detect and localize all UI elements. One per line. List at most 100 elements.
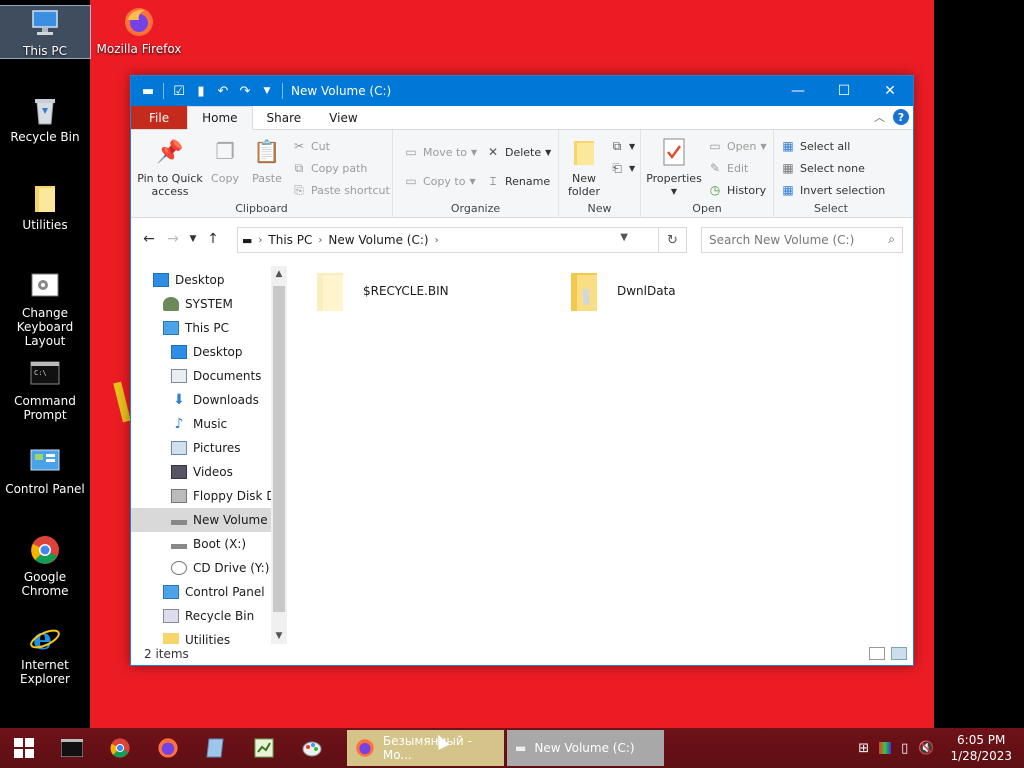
properties-quick-icon[interactable]: ☑ [170,82,188,100]
recycle-bin-icon [163,609,179,623]
breadcrumb-new-volume[interactable]: New Volume (C:) [328,233,428,247]
forward-arrow-icon[interactable]: → [161,231,185,247]
minimize-button[interactable]: — [775,76,821,106]
tree-item-system[interactable]: SYSTEM [131,292,271,316]
color-app-icon[interactable] [879,742,892,754]
tree-item-desktop[interactable]: Desktop [131,340,271,364]
copy-path-button[interactable]: ⧉ Copy path [291,158,368,178]
tree-item-pictures[interactable]: Pictures [131,436,271,460]
tree-item-recycle-bin[interactable]: Recycle Bin [131,604,271,628]
group-label-organize: Organize [450,202,501,215]
scroll-down-icon[interactable]: ▼ [271,628,287,644]
open-button[interactable]: ▭ Open ▼ [707,136,766,156]
tree-item-this-pc[interactable]: This PC [131,316,271,340]
file-item-recycle-bin[interactable]: $RECYCLE.BIN [315,266,449,316]
scrollbar-thumb[interactable] [273,286,285,612]
notebook-taskbar-icon[interactable] [192,728,240,768]
spreadsheet-taskbar-icon[interactable] [240,728,288,768]
select-all-button[interactable]: ▦ Select all [780,136,850,156]
maximize-button[interactable]: ☐ [821,76,867,106]
tree-item-floppy[interactable]: Floppy Disk Dri [131,484,271,508]
tree-item-downloads[interactable]: ⬇ Downloads [131,388,271,412]
file-explorer-window: ▬ ☑ ▮ ↶ ↷ ▼ New Volume (C:) — ☐ ✕ File H… [130,75,914,666]
recent-locations-chevron-icon[interactable]: ▼ [185,234,201,244]
address-bar[interactable]: ▬ › This PC › New Volume (C:) › ▼ [237,227,659,253]
tree-item-music[interactable]: ♪ Music [131,412,271,436]
taskbar-task-explorer[interactable]: ▬ New Volume (C:) [507,730,664,766]
new-folder-button[interactable]: New folder [563,136,605,198]
up-arrow-icon[interactable]: ↑ [201,231,225,247]
paint-taskbar-icon[interactable] [288,728,336,768]
easy-access-button[interactable]: ⎗ ▼ [609,158,635,178]
tab-home[interactable]: Home [187,106,253,130]
back-arrow-icon[interactable]: ← [137,231,161,247]
desktop-icon-google-chrome[interactable]: Google Chrome [0,534,90,598]
tree-item-utilities[interactable]: Utilities [131,628,271,644]
tree-item-documents[interactable]: Documents [131,364,271,388]
customize-qat-icon[interactable]: ▼ [258,82,276,100]
nav-pane-scrollbar[interactable]: ▲ ▼ [271,266,287,644]
search-input[interactable]: Search New Volume (C:) ⌕ [701,227,903,253]
clock[interactable]: 6:05 PM 1/28/2023 [950,732,1012,764]
desktop-icon-recycle-bin[interactable]: Recycle Bin [0,94,90,144]
large-icons-view-icon[interactable] [891,647,907,660]
help-icon[interactable]: ? [893,109,909,125]
tree-item-videos[interactable]: Videos [131,460,271,484]
move-to-button[interactable]: ▭ Move to ▼ [403,142,477,162]
close-button[interactable]: ✕ [867,76,913,106]
redo-icon[interactable]: ↷ [236,82,254,100]
rename-button[interactable]: ⌶ Rename [485,171,550,191]
desktop-icon-label: Recycle Bin [10,130,80,144]
copy-to-button[interactable]: ▭ Copy to ▼ [403,171,475,191]
history-button[interactable]: ◷ History [707,180,766,200]
undo-icon[interactable]: ↶ [214,82,232,100]
windows-start-icon[interactable] [0,728,48,768]
desktop-icon-control-panel[interactable]: Control Panel [0,446,90,496]
paste-button[interactable]: 📋 Paste [247,136,287,185]
desktop-icon-internet-explorer[interactable]: e Internet Explorer [0,622,90,686]
collapse-ribbon-icon[interactable]: ︿ [874,109,885,125]
desktop-icon-utilities[interactable]: Utilities [0,182,90,232]
tab-file[interactable]: File [131,106,188,129]
refresh-icon[interactable]: ↻ [659,227,687,253]
usb-device-icon[interactable]: ▯ [901,741,908,756]
delete-button[interactable]: ✕ Delete ▼ [485,142,551,162]
desktop-icon-label: Internet Explorer [20,658,70,686]
window-controls: — ☐ ✕ [775,76,913,106]
file-item-dwnldata[interactable]: DwnlData [569,266,676,316]
copy-button[interactable]: ❐ Copy [205,136,245,185]
tree-item-desktop-root[interactable]: Desktop [131,268,271,292]
select-none-button[interactable]: ▦ Select none [780,158,865,178]
address-dropdown-icon[interactable]: ▼ [620,232,628,243]
new-item-button[interactable]: ⧉ ▼ [609,136,635,156]
tab-view[interactable]: View [315,106,371,129]
volume-muted-icon[interactable]: 🔇 [918,741,934,756]
breadcrumb-this-pc[interactable]: This PC [268,233,312,247]
chrome-taskbar-icon[interactable] [96,728,144,768]
cut-button[interactable]: ✂ Cut [291,136,330,156]
new-folder-icon [568,136,600,168]
pin-to-quick-access-button[interactable]: 📌 Pin to Quick access [137,136,203,198]
scroll-up-icon[interactable]: ▲ [271,266,287,282]
desktop-icon-this-pc[interactable]: This PC [0,5,91,59]
properties-button[interactable]: Properties ▼ [645,136,703,198]
tab-share[interactable]: Share [253,106,316,129]
copy-to-icon: ▭ [405,174,417,188]
invert-selection-button[interactable]: ▦ Invert selection [780,180,885,200]
desktop-icon-firefox[interactable]: Mozilla Firefox [94,6,184,56]
paste-shortcut-button[interactable]: ⎘ Paste shortcut [291,180,390,200]
edit-button[interactable]: ✎ Edit [707,158,748,178]
group-open: Properties ▼ ▭ Open ▼ ✎ Edit ◷ History Open [641,130,774,218]
command-prompt-taskbar-icon[interactable] [48,728,96,768]
firefox-taskbar-icon[interactable] [144,728,192,768]
tree-item-new-volume[interactable]: New Volume (C [131,508,271,532]
network-icon[interactable]: ⊞ [858,741,869,756]
desktop-icon-command-prompt[interactable]: C:\ Command Prompt [0,358,90,422]
taskbar-task-firefox[interactable]: Безымянный - Mo... [347,730,504,766]
details-view-icon[interactable] [869,647,885,660]
desktop-icon-change-keyboard-layout[interactable]: Change Keyboard Layout [0,270,90,348]
tree-item-control-panel[interactable]: Control Panel [131,580,271,604]
new-folder-quick-icon[interactable]: ▮ [192,82,210,100]
tree-item-cd-drive[interactable]: CD Drive (Y:) H [131,556,271,580]
tree-item-boot[interactable]: Boot (X:) [131,532,271,556]
